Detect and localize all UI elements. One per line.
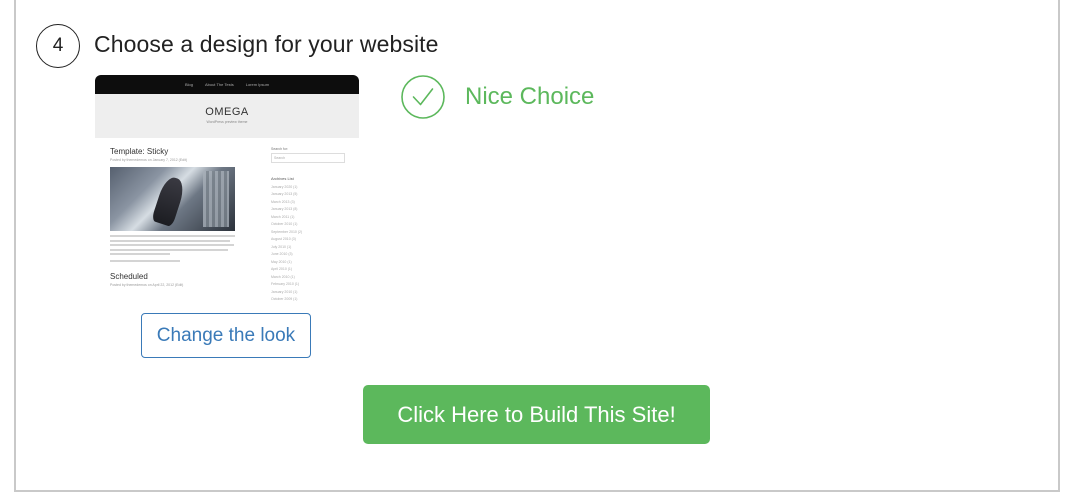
- preview-nav-item: Lorem Ipsum: [245, 82, 270, 87]
- preview-archive-item: May 2010 (1): [271, 259, 292, 264]
- preview-archive-item: March 2013 (3): [271, 199, 295, 204]
- theme-preview-thumbnail: Blog About The Tests Lorem Ipsum OMEGA W…: [95, 75, 359, 305]
- preview-archive-item: January 2010 (1): [271, 289, 298, 294]
- preview-nav-item: About The Tests: [204, 82, 234, 87]
- preview-archives-title: Archives List: [271, 176, 294, 181]
- selection-status-text: Nice Choice: [465, 83, 595, 110]
- preview-nav: Blog About The Tests Lorem Ipsum: [95, 75, 359, 94]
- preview-post-meta: Posted by themedemos on January 7, 2012 …: [110, 158, 188, 162]
- preview-sidebar: Search for: Search Archives List January…: [271, 147, 345, 301]
- step-number-badge: 4: [36, 24, 80, 68]
- preview-archive-item: October 2009 (1): [271, 297, 298, 301]
- preview-post-tags: [110, 260, 240, 262]
- preview-nav-item: Blog: [184, 82, 193, 87]
- preview-archive-item: October 2010 (1): [271, 222, 298, 226]
- preview-post-title: Scheduled: [110, 272, 148, 281]
- preview-archive-item: September 2010 (2): [271, 229, 303, 234]
- preview-archive-item: August 2010 (3): [271, 237, 296, 241]
- preview-archive-item: January 2013 (8): [271, 207, 298, 211]
- preview-archive-item: February 2010 (1): [271, 282, 300, 286]
- preview-archive-item: January 2013 (5): [271, 192, 298, 196]
- preview-archive-item: July 2010 (1): [271, 244, 292, 249]
- preview-search-label: Search for:: [271, 147, 289, 151]
- preview-post-text: [110, 235, 240, 255]
- preview-post-title: Template: Sticky: [110, 147, 169, 156]
- check-circle-icon: [401, 75, 445, 119]
- preview-archive-item: March 2010 (1): [271, 274, 295, 279]
- change-look-button[interactable]: Change the look: [141, 313, 311, 358]
- preview-archive-item: January 2020 (1): [271, 184, 298, 189]
- preview-tagline: WordPress preview theme: [206, 120, 248, 124]
- preview-content: Template: Sticky Posted by themedemos on…: [110, 147, 240, 287]
- preview-header: OMEGA WordPress preview theme: [95, 94, 359, 138]
- preview-post-image: [110, 167, 235, 231]
- preview-archive-item: April 2010 (1): [271, 267, 293, 271]
- preview-site-title: OMEGA: [205, 106, 249, 118]
- step-title: Choose a design for your website: [94, 31, 439, 57]
- preview-archive-item: June 2010 (3): [271, 252, 293, 256]
- preview-archive-item: March 2011 (1): [271, 214, 295, 219]
- build-site-button[interactable]: Click Here to Build This Site!: [363, 385, 710, 444]
- preview-post-meta: Posted by themedemos on April 22, 2012 (…: [110, 283, 184, 287]
- preview-archives-list: January 2020 (1) January 2013 (5) March …: [271, 185, 345, 302]
- preview-search-field: Search: [271, 153, 345, 163]
